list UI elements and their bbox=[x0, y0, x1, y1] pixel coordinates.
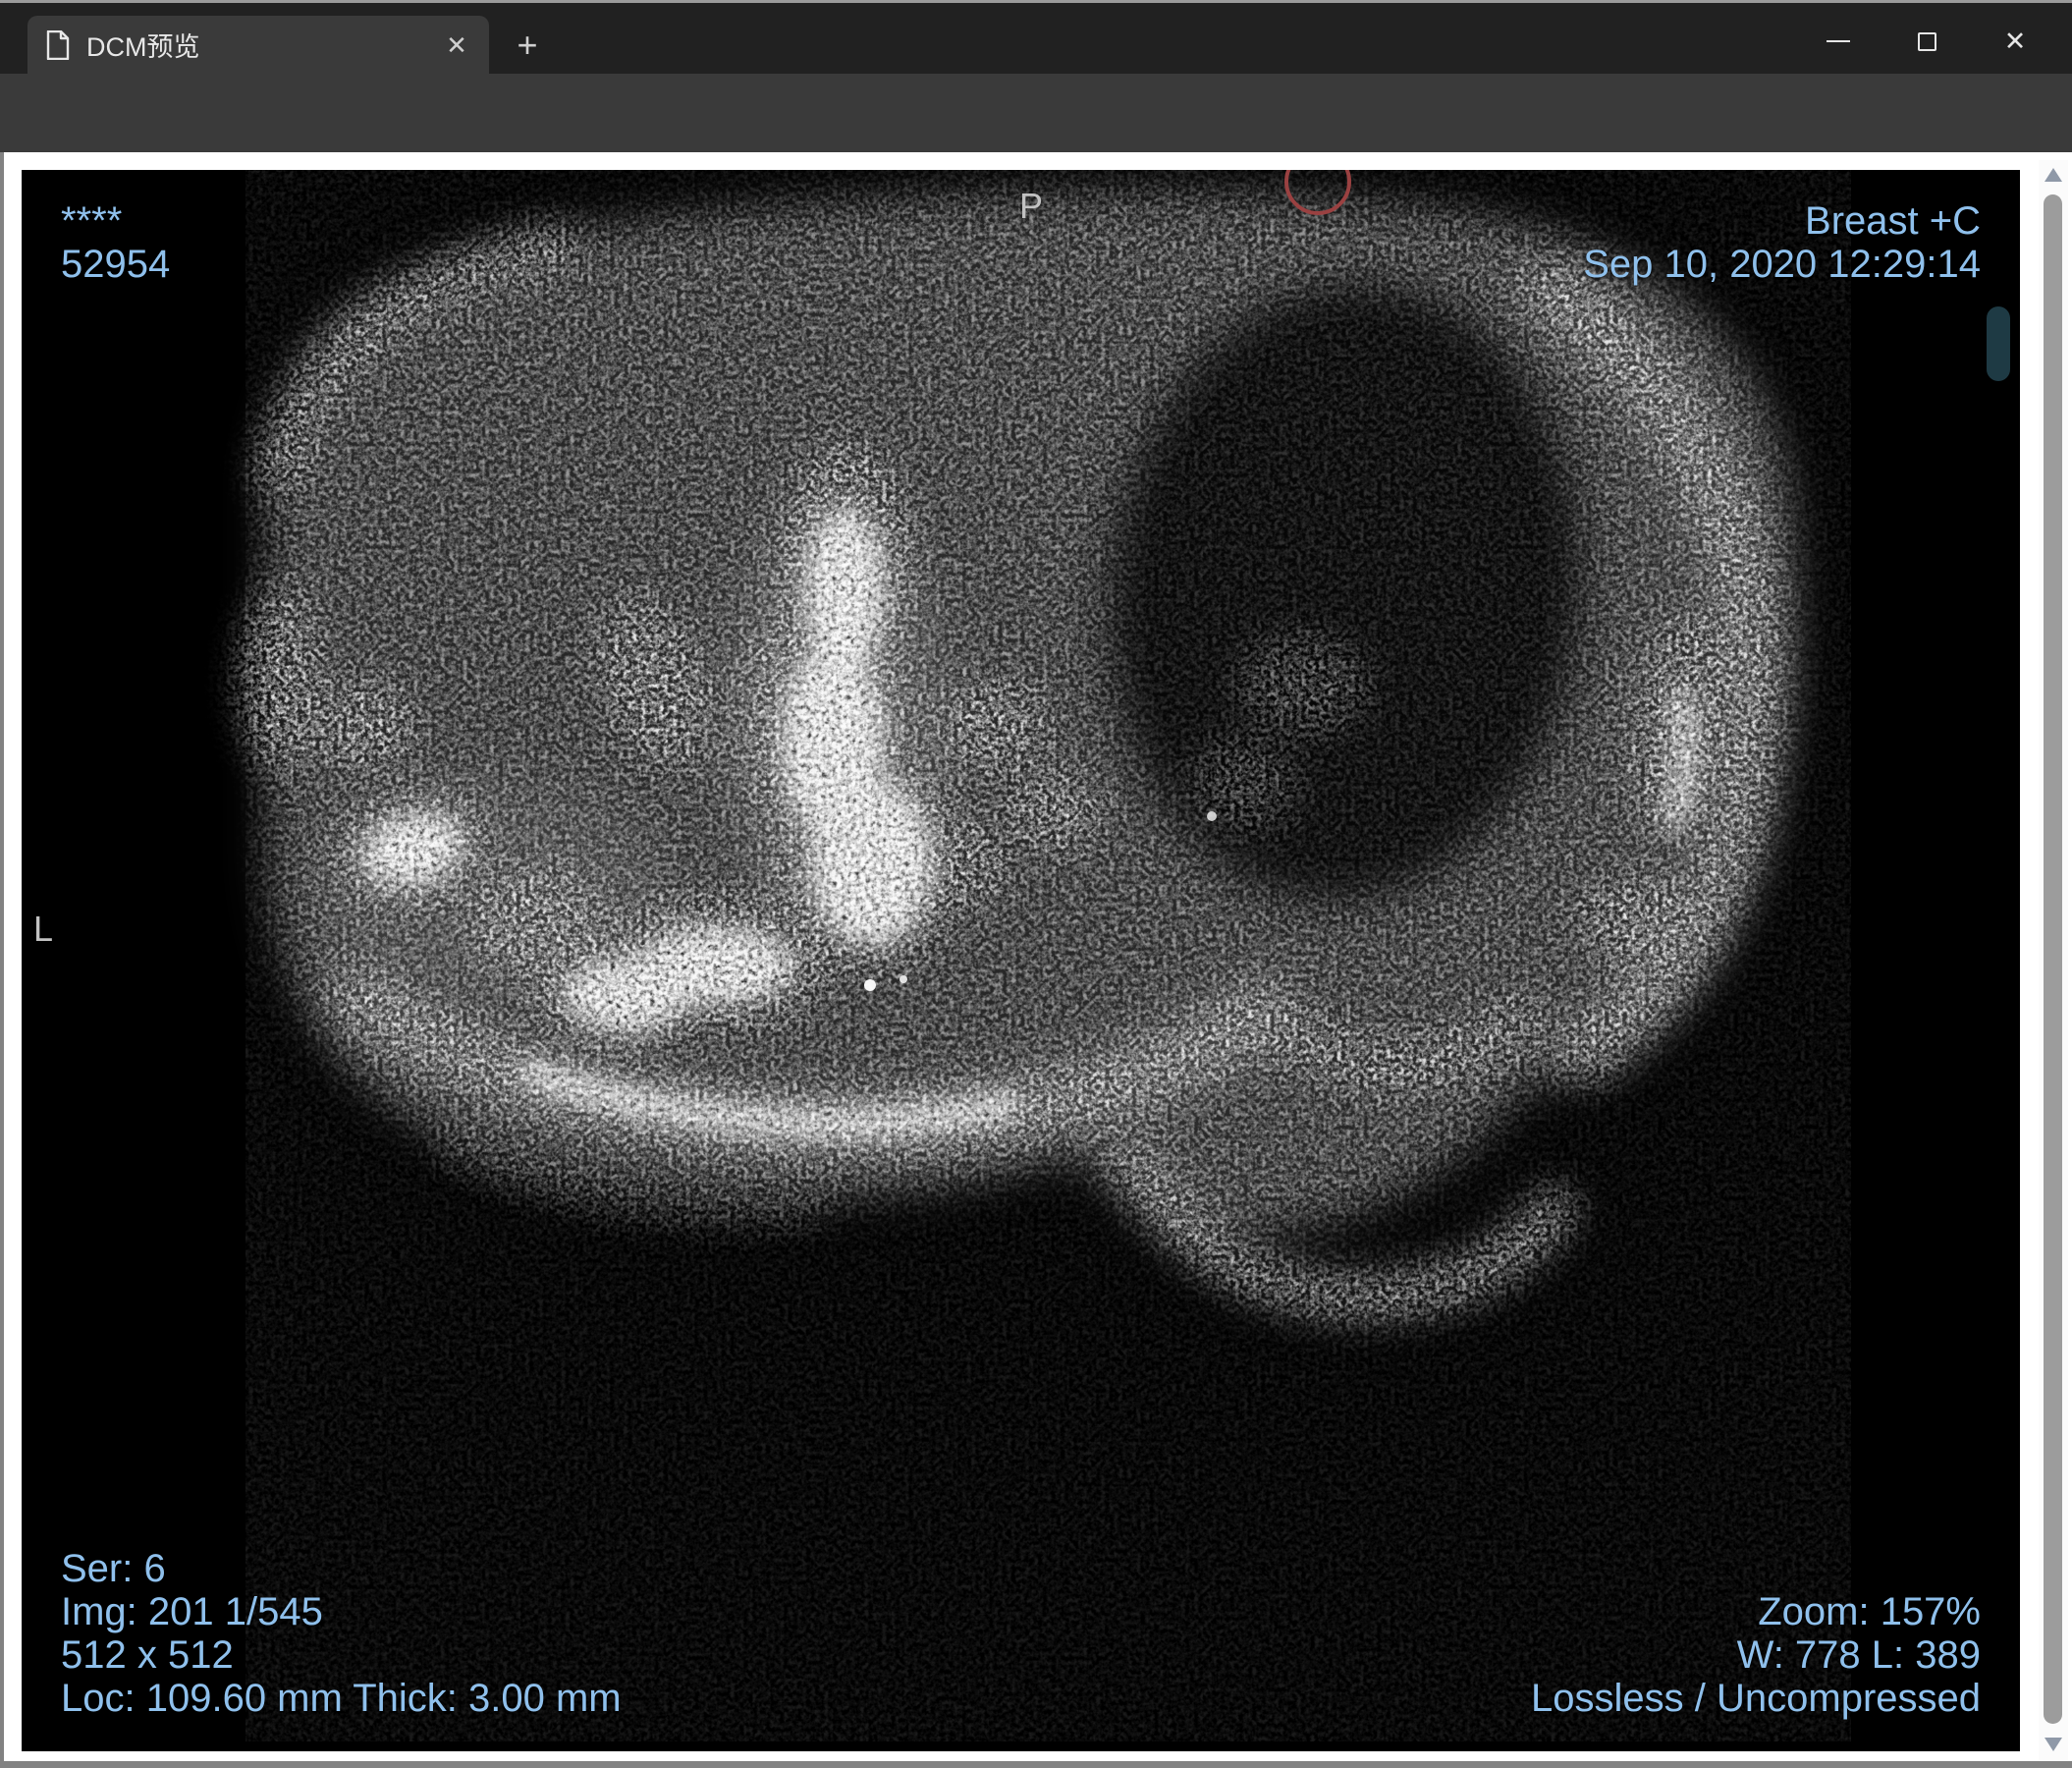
scrollbar-thumb[interactable] bbox=[2044, 194, 2062, 1724]
study-datetime: Sep 10, 2020 12:29:14 bbox=[1583, 243, 1981, 286]
image-number: Img: 201 1/545 bbox=[61, 1590, 323, 1633]
scrollbar-up-arrow-icon[interactable] bbox=[2045, 168, 2062, 182]
orientation-marker-left: L bbox=[33, 909, 54, 949]
overlay-study-block: Breast +C Sep 10, 2020 12:29:14 bbox=[1583, 199, 1981, 286]
mri-image bbox=[22, 170, 2020, 1751]
new-tab-button[interactable]: + bbox=[506, 25, 549, 68]
titlebar: DCM预览 ✕ + ✕ bbox=[0, 3, 2072, 74]
overlay-patient-block: **** 52954 bbox=[61, 199, 170, 286]
study-description: Breast +C bbox=[1805, 199, 1981, 243]
window-border-bottom bbox=[0, 1761, 2072, 1768]
compression-info: Lossless / Uncompressed bbox=[1531, 1677, 1981, 1720]
tab-close-icon[interactable]: ✕ bbox=[440, 28, 473, 62]
orientation-marker-posterior: P bbox=[1019, 186, 1044, 226]
window-close-button[interactable]: ✕ bbox=[1986, 21, 2045, 62]
toolbar: https://file.kkview.cn/onlinePreview?url… bbox=[0, 74, 2072, 214]
zoom-level: Zoom: 157% bbox=[1758, 1590, 1981, 1633]
page-scrollbar[interactable] bbox=[2039, 160, 2068, 1761]
document-icon bbox=[46, 29, 70, 60]
patient-id: 52954 bbox=[61, 243, 171, 286]
browser-window: DCM预览 ✕ + ✕ **** 52954 Breast +C Sep 10,… bbox=[0, 0, 2072, 1768]
patient-name-masked: **** bbox=[61, 199, 123, 243]
overlay-display-block: Zoom: 157% W: 778 L: 389 Lossless / Unco… bbox=[1531, 1590, 1981, 1720]
dicom-canvas[interactable]: **** 52954 Breast +C Sep 10, 2020 12:29:… bbox=[22, 170, 2020, 1751]
tab-title: DCM预览 bbox=[86, 32, 200, 62]
slice-location: Loc: 109.60 mm Thick: 3.00 mm bbox=[61, 1677, 622, 1720]
maximize-icon bbox=[1917, 31, 1936, 51]
maximize-button[interactable] bbox=[1897, 21, 1956, 62]
minimize-button[interactable] bbox=[1809, 21, 1868, 62]
matrix-size: 512 x 512 bbox=[61, 1633, 234, 1677]
overlay-series-block: Ser: 6 Img: 201 1/545 512 x 512 Loc: 109… bbox=[61, 1547, 622, 1720]
page-background: **** 52954 Breast +C Sep 10, 2020 12:29:… bbox=[4, 152, 2072, 1761]
tab-dcm-preview[interactable]: DCM预览 ✕ bbox=[27, 16, 489, 74]
minimize-icon bbox=[1827, 40, 1850, 42]
scrollbar-down-arrow-icon[interactable] bbox=[2045, 1738, 2062, 1751]
viewer-scrollbar-thumb[interactable] bbox=[1987, 306, 2010, 381]
series-number: Ser: 6 bbox=[61, 1547, 166, 1590]
window-level: W: 778 L: 389 bbox=[1736, 1633, 1981, 1677]
